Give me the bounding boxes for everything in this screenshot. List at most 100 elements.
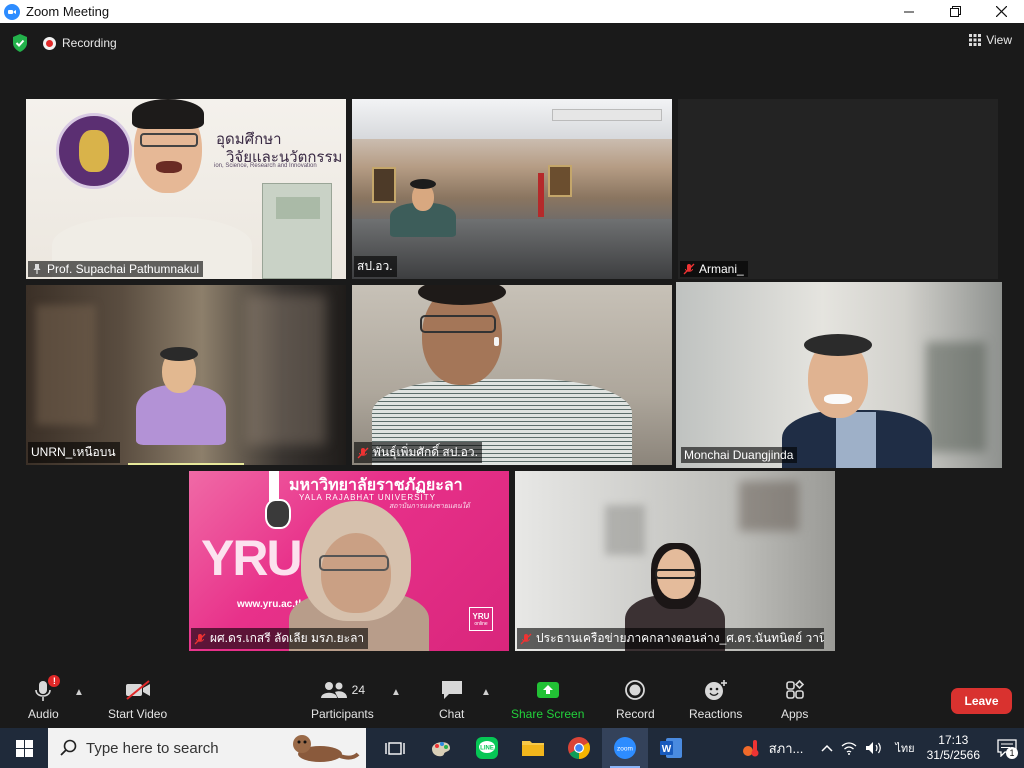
line-icon: LINE: [476, 737, 498, 759]
recording-indicator[interactable]: Recording: [43, 36, 117, 50]
record-button[interactable]: Record: [616, 675, 655, 721]
audio-button[interactable]: ! Audio: [28, 675, 61, 721]
chat-options-caret[interactable]: ▲: [481, 687, 491, 698]
leave-button[interactable]: Leave: [951, 688, 1012, 714]
search-input[interactable]: [86, 739, 286, 757]
notifications-button[interactable]: 1: [990, 728, 1024, 768]
university-seal-icon: [265, 499, 291, 529]
close-button[interactable]: [978, 0, 1024, 23]
paint-icon: [432, 742, 450, 757]
taskbar-clock[interactable]: 17:13 31/5/2566: [927, 733, 980, 763]
windows-taskbar: LINE zoom W: [0, 728, 1024, 768]
svg-text:W: W: [662, 744, 672, 755]
meeting-controls: ! Audio ▲ Start Video 24 Participants ▲ …: [0, 675, 1024, 728]
participant-nametag: Monchai Duangjinda: [681, 447, 798, 463]
apps-button[interactable]: Apps: [781, 675, 808, 721]
bg-yru-badge: YRU online: [469, 607, 493, 631]
svg-text:zoom: zoom: [617, 746, 633, 753]
apps-icon: [785, 679, 804, 699]
video-tile-4[interactable]: UNRN_เหนือบน: [26, 285, 346, 465]
video-tile-3[interactable]: Armani_: [678, 99, 998, 279]
taskbar-line-app[interactable]: LINE: [464, 728, 510, 768]
reactions-button[interactable]: Reactions: [689, 675, 742, 721]
minimize-button[interactable]: [886, 0, 932, 23]
chat-icon: [441, 681, 462, 699]
clock-time: 17:13: [938, 733, 969, 747]
taskbar-paint-app[interactable]: [418, 728, 464, 768]
wifi-icon: [841, 742, 857, 755]
ministry-seal-icon: [56, 113, 132, 189]
bg-university-slogan: สถาบันการแห่งชายแดนใต้: [389, 503, 470, 510]
zoom-icon: zoom: [614, 737, 636, 759]
view-label: View: [986, 33, 1012, 47]
chrome-icon: [568, 737, 590, 759]
speaker-icon: [866, 742, 882, 754]
maximize-button[interactable]: [932, 0, 978, 23]
video-off-icon: [125, 680, 150, 700]
participant-nametag: ผศ.ดร.เกสรี ลัดเลีย มรภ.ยะลา: [191, 628, 369, 649]
notification-count: 1: [1006, 747, 1018, 759]
search-icon: [60, 739, 77, 756]
video-tile-1[interactable]: อุดมศึกษา วิจัยและนวัตกรรม ion, Science,…: [26, 99, 346, 279]
weather-widget[interactable]: สภา...: [741, 737, 804, 759]
bg-yru-logo: YRU: [201, 530, 303, 586]
security-shield-icon[interactable]: [11, 33, 29, 53]
participant-nametag: ประธานเครือข่ายภาคกลางตอนล่าง_ศ.ดร.นันทน…: [517, 628, 825, 649]
otter-illustration-icon: [293, 735, 360, 762]
recording-label: Recording: [62, 36, 117, 50]
taskbar-word[interactable]: W: [648, 728, 694, 768]
window-title: Zoom Meeting: [26, 4, 110, 19]
video-tile-8[interactable]: ประธานเครือข่ายภาคกลางตอนล่าง_ศ.ดร.นันทน…: [515, 471, 835, 651]
volume-button[interactable]: [865, 741, 883, 755]
participant-nametag: สป.อว.: [354, 256, 397, 277]
zoom-app-icon: [4, 3, 20, 20]
participants-count: 24: [351, 683, 366, 697]
grid-icon: [969, 34, 982, 46]
participant-nametag: UNRN_เหนือบน: [28, 442, 120, 463]
participant-nametag: พันธุ์เพิ่มศักดิ์ สป.อว.: [354, 442, 482, 463]
system-tray: สภา... ไทย 17:13 31/5/2566 1: [741, 728, 1024, 768]
mic-muted-icon: [520, 633, 532, 644]
folder-icon: [522, 741, 544, 756]
share-screen-button[interactable]: Share Screen: [511, 675, 584, 721]
word-icon: W: [660, 738, 682, 758]
participants-button[interactable]: 24 Participants: [311, 675, 374, 721]
audio-warning-icon: !: [48, 675, 61, 687]
taskbar-file-explorer[interactable]: [510, 728, 556, 768]
participant-nametag: Armani_: [680, 261, 748, 277]
clock-date: 31/5/2566: [926, 748, 980, 762]
video-tile-7[interactable]: มหาวิทยาลัยราชภัฏยะลา YALA RAJABHAT UNIV…: [189, 471, 509, 651]
taskbar-search[interactable]: [48, 728, 366, 768]
meeting-top-strip: Recording View: [0, 23, 1024, 63]
network-button[interactable]: [841, 741, 857, 755]
start-video-button[interactable]: Start Video: [108, 675, 167, 721]
video-tile-2[interactable]: สป.อว.: [352, 99, 672, 279]
record-icon: [625, 680, 646, 700]
task-view-button[interactable]: [372, 728, 418, 768]
weather-text: สภา...: [768, 740, 804, 756]
start-button[interactable]: [0, 728, 48, 768]
bg-ministry-text-3: ion, Science, Research and Innovation: [214, 163, 317, 169]
show-hidden-icons-button[interactable]: [821, 744, 833, 752]
video-tile-5[interactable]: พันธุ์เพิ่มศักดิ์ สป.อว.: [352, 285, 672, 465]
mic-muted-icon: [683, 263, 695, 275]
chevron-up-icon: [821, 744, 833, 752]
zoom-app: Zoom Meeting Recording View อุดมศึกษา วิ…: [0, 0, 1024, 768]
task-view-icon: [385, 742, 405, 755]
view-button[interactable]: View: [969, 33, 1012, 47]
input-language-indicator[interactable]: ไทย: [895, 739, 914, 757]
participant-nametag: Prof. Supachai Pathumnakul: [28, 261, 204, 277]
chat-button[interactable]: Chat: [439, 675, 464, 721]
thermometer-icon: [742, 740, 759, 757]
taskbar-zoom[interactable]: zoom: [602, 728, 648, 768]
video-tile-6-active-speaker[interactable]: Monchai Duangjinda: [676, 282, 1002, 468]
reactions-icon: [704, 680, 727, 700]
share-screen-icon: [536, 682, 559, 698]
participants-icon: [320, 682, 347, 698]
audio-options-caret[interactable]: ▲: [74, 687, 84, 698]
mic-muted-icon: [194, 633, 206, 644]
recording-dot-icon: [43, 36, 56, 50]
participants-options-caret[interactable]: ▲: [391, 687, 401, 698]
taskbar-chrome[interactable]: [556, 728, 602, 768]
window-titlebar: Zoom Meeting: [0, 0, 1024, 23]
